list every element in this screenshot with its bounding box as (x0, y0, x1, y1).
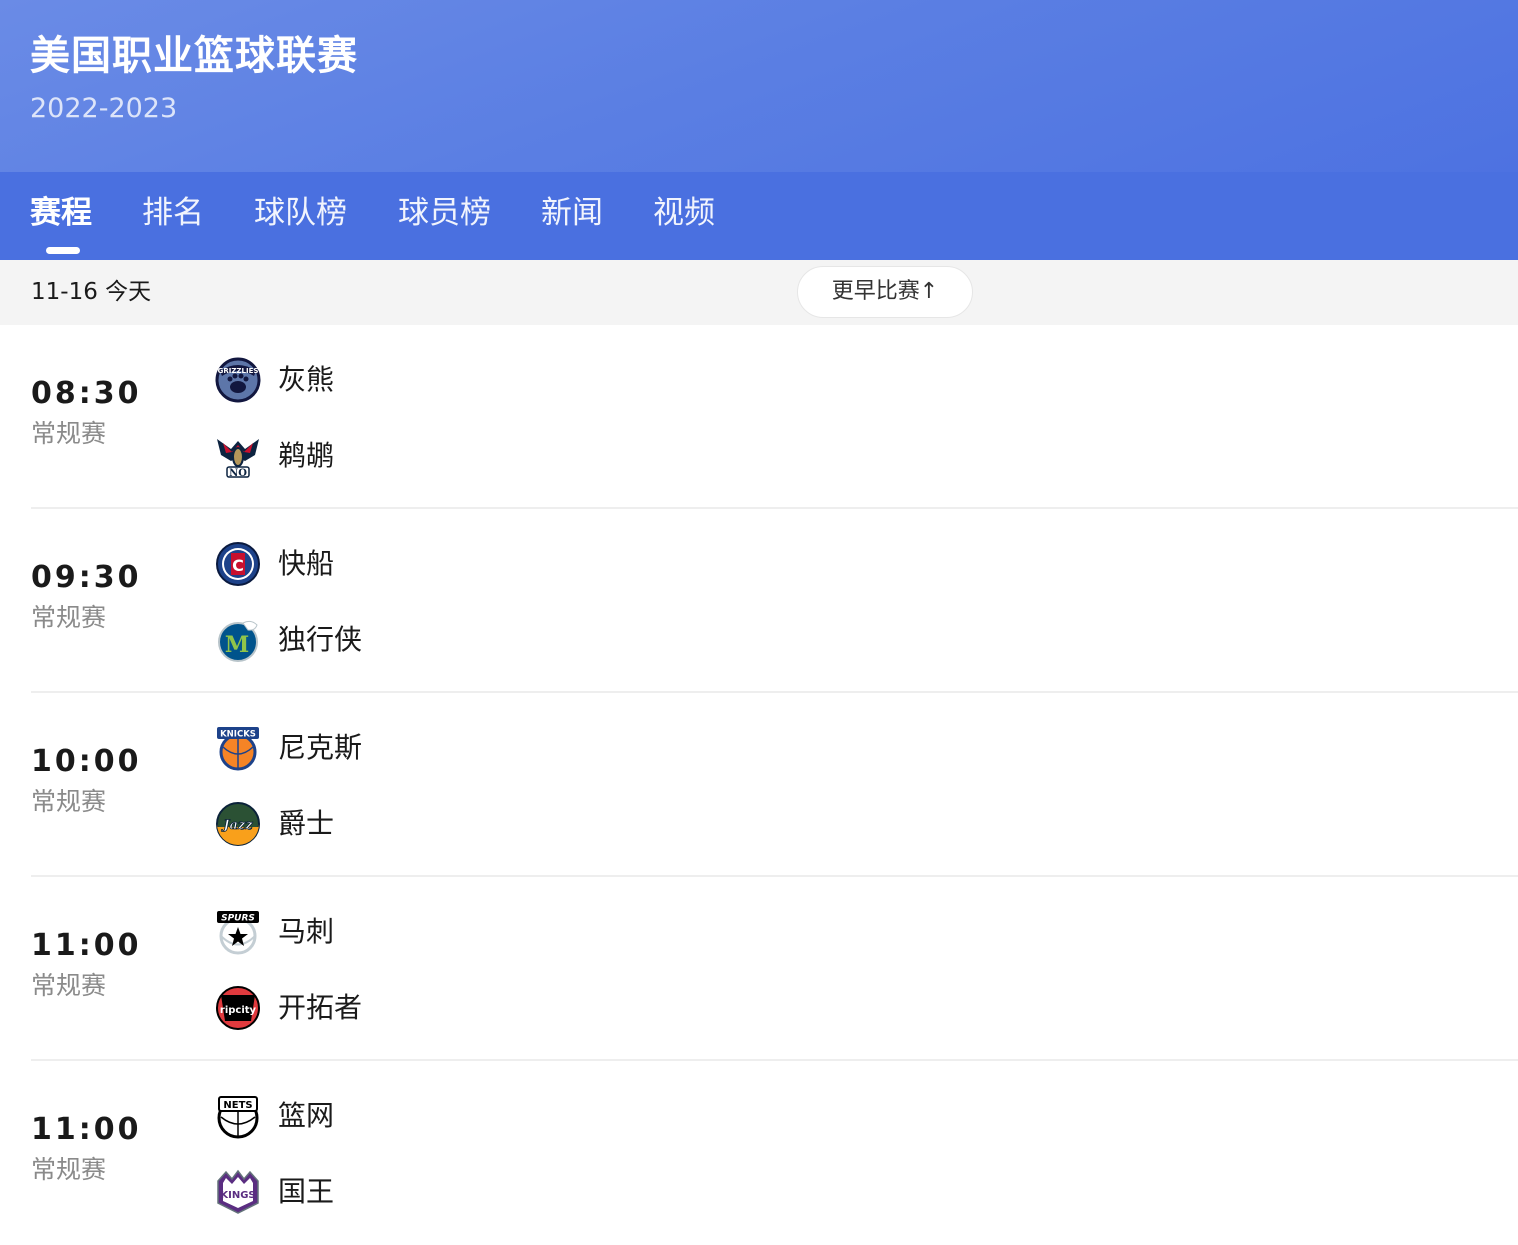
clippers-logo: C (215, 541, 261, 587)
home-team[interactable]: KNICKS 尼克斯 (215, 725, 615, 773)
team-name: 鹈鹕 (278, 439, 335, 472)
team-name: 独行侠 (278, 623, 363, 656)
home-team[interactable]: SPURS 马刺 (215, 909, 615, 957)
spurs-logo: SPURS (215, 909, 261, 955)
tab-schedule[interactable]: 赛程 (30, 192, 92, 234)
away-team[interactable]: Jazz 爵士 (215, 801, 615, 849)
svg-text:KINGS: KINGS (220, 1190, 255, 1201)
away-team[interactable]: NO 鹈鹕 (215, 433, 615, 481)
team-name: 马刺 (278, 915, 335, 948)
svg-text:SPURS: SPURS (221, 914, 255, 924)
kings-logo: KINGS (215, 1169, 261, 1215)
svg-text:Jazz: Jazz (220, 818, 253, 833)
svg-text:NO: NO (229, 468, 247, 479)
tab-team-stats[interactable]: 球队榜 (254, 192, 347, 234)
match-stage: 常规赛 (31, 1155, 107, 1184)
svg-text:M: M (225, 632, 249, 658)
home-team[interactable]: GRIZZLIES 灰熊 (215, 357, 615, 405)
match-time: 10:00 (31, 744, 142, 779)
svg-text:C: C (232, 556, 244, 575)
team-name: 国王 (278, 1175, 335, 1208)
team-name: 灰熊 (278, 363, 335, 396)
season-label: 2022-2023 (30, 93, 178, 124)
tab-bar: 赛程 排名 球队榜 球员榜 新闻 视频 (0, 172, 1518, 260)
match-stage: 常规赛 (31, 787, 107, 816)
mavericks-logo: M (215, 617, 261, 663)
team-name: 开拓者 (278, 991, 363, 1024)
arrow-up-icon: ↑ (919, 279, 939, 304)
match-stage: 常规赛 (31, 971, 107, 1000)
pelicans-logo: NO (215, 433, 261, 479)
svg-text:ripcity: ripcity (220, 1005, 257, 1016)
blazers-logo: ripcity (215, 985, 261, 1031)
tab-player-stats[interactable]: 球员榜 (398, 192, 491, 234)
away-team[interactable]: M 独行侠 (215, 617, 615, 665)
match-time: 09:30 (31, 560, 142, 595)
active-tab-indicator (46, 247, 80, 254)
match-time: 11:00 (31, 1112, 142, 1147)
svg-text:NETS: NETS (223, 1100, 252, 1111)
away-team[interactable]: ripcity 开拓者 (215, 985, 615, 1033)
svg-text:KNICKS: KNICKS (220, 730, 256, 740)
league-header: 美国职业篮球联赛 2022-2023 (0, 0, 1518, 172)
away-team[interactable]: KINGS 国王 (215, 1169, 615, 1217)
earlier-matches-label: 更早比赛 (831, 279, 920, 304)
grizzlies-logo: GRIZZLIES (215, 357, 261, 403)
tab-videos[interactable]: 视频 (653, 192, 715, 234)
team-name: 尼克斯 (278, 731, 363, 764)
match-row[interactable]: 09:30 常规赛 C 快船 M 独行侠 (0, 509, 1518, 693)
match-row[interactable]: 10:00 常规赛 KNICKS 尼克斯 Jazz 爵士 (0, 693, 1518, 877)
match-row[interactable]: 11:00 常规赛 SPURS 马刺 ripcity 开拓者 (0, 877, 1518, 1061)
team-name: 篮网 (278, 1099, 335, 1132)
match-time: 11:00 (31, 928, 142, 963)
match-time: 08:30 (31, 376, 142, 411)
match-row[interactable]: 08:30 常规赛 GRIZZLIES 灰熊 NO 鹈鹕 (0, 325, 1518, 509)
svg-text:GRIZZLIES: GRIZZLIES (218, 367, 259, 375)
jazz-logo: Jazz (215, 801, 261, 847)
match-row[interactable]: 11:00 常规赛 NETS 篮网 KINGS 国王 (0, 1061, 1518, 1245)
league-title: 美国职业篮球联赛 (30, 33, 358, 79)
match-stage: 常规赛 (31, 603, 107, 632)
knicks-logo: KNICKS (215, 725, 261, 771)
team-name: 爵士 (278, 807, 335, 840)
team-name: 快船 (278, 547, 335, 580)
date-bar: 11-16 今天 更早比赛↑ (0, 260, 1518, 325)
match-stage: 常规赛 (31, 419, 107, 448)
tab-news[interactable]: 新闻 (541, 192, 603, 234)
nets-logo: NETS (215, 1093, 261, 1139)
tab-standings[interactable]: 排名 (142, 192, 204, 234)
earlier-matches-button[interactable]: 更早比赛↑ (797, 266, 973, 318)
home-team[interactable]: C 快船 (215, 541, 615, 589)
date-label: 11-16 今天 (31, 279, 152, 305)
home-team[interactable]: NETS 篮网 (215, 1093, 615, 1141)
